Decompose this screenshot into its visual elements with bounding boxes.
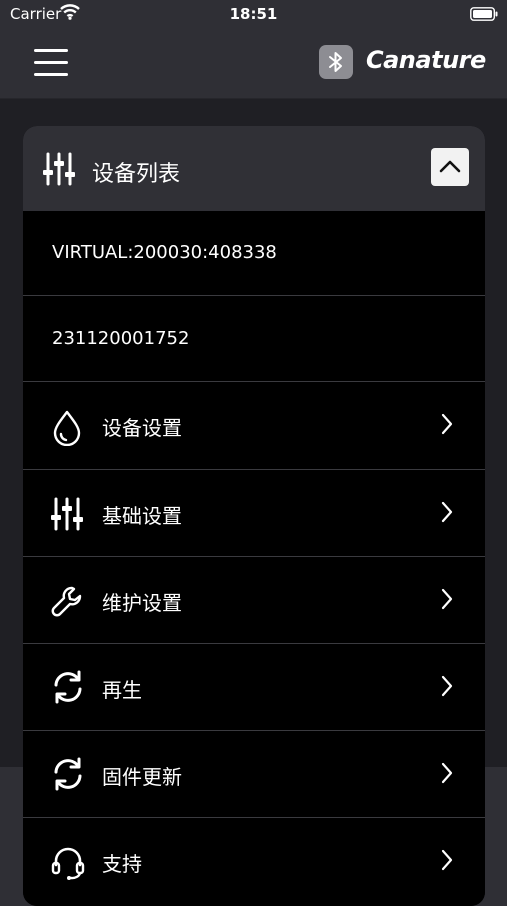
menu-icon-bar xyxy=(34,49,68,52)
chevron-right-icon xyxy=(440,849,454,875)
menu-icon-bar xyxy=(34,73,68,76)
menu-item-label: 维护设置 xyxy=(102,591,182,615)
menu-button[interactable] xyxy=(34,46,70,76)
bluetooth-icon[interactable] xyxy=(319,45,353,79)
card-header[interactable]: 设备列表 xyxy=(23,126,485,211)
menu-item-regeneration[interactable]: 再生 xyxy=(23,643,485,730)
refresh-icon xyxy=(51,757,85,795)
menu-item-basic-settings[interactable]: 基础设置 xyxy=(23,469,485,556)
device-id: VIRTUAL:200030:408338 xyxy=(52,242,277,263)
battery-icon xyxy=(470,6,498,25)
menu-item-support[interactable]: 支持 xyxy=(23,817,485,906)
menu-item-label: 设备设置 xyxy=(102,416,182,440)
menu-item-firmware-update[interactable]: 固件更新 xyxy=(23,730,485,817)
wrench-icon xyxy=(51,584,85,622)
chevron-right-icon xyxy=(440,762,454,788)
chevron-right-icon xyxy=(440,501,454,527)
chevron-right-icon xyxy=(440,413,454,439)
menu-item-label: 固件更新 xyxy=(102,765,182,789)
sliders-icon xyxy=(43,152,75,190)
chevron-right-icon xyxy=(440,588,454,614)
collapse-button[interactable] xyxy=(431,148,469,186)
chevron-right-icon xyxy=(440,675,454,701)
menu-item-label: 支持 xyxy=(102,852,142,876)
menu-item-maintenance-settings[interactable]: 维护设置 xyxy=(23,556,485,643)
menu-item-label: 基础设置 xyxy=(102,504,182,528)
sliders-icon xyxy=(51,497,83,535)
device-id: 231120001752 xyxy=(52,328,190,349)
device-row[interactable]: 231120001752 xyxy=(23,295,485,381)
device-list-card: 设备列表 VIRTUAL:200030:408338 231120001752 … xyxy=(23,126,485,906)
clock: 18:51 xyxy=(229,5,278,23)
menu-item-label: 再生 xyxy=(102,678,142,702)
card-title: 设备列表 xyxy=(92,162,181,187)
app-header: Canature xyxy=(0,28,507,98)
refresh-icon xyxy=(51,670,85,708)
status-bar: Carrier 18:51 xyxy=(0,0,507,28)
menu-item-device-settings[interactable]: 设备设置 xyxy=(23,381,485,469)
menu-icon-bar xyxy=(34,61,68,64)
water-drop-icon xyxy=(51,410,83,450)
chevron-up-icon xyxy=(439,160,461,173)
headset-icon xyxy=(51,845,85,885)
brand-logo: Canature xyxy=(366,46,486,74)
device-row[interactable]: VIRTUAL:200030:408338 xyxy=(23,211,485,295)
